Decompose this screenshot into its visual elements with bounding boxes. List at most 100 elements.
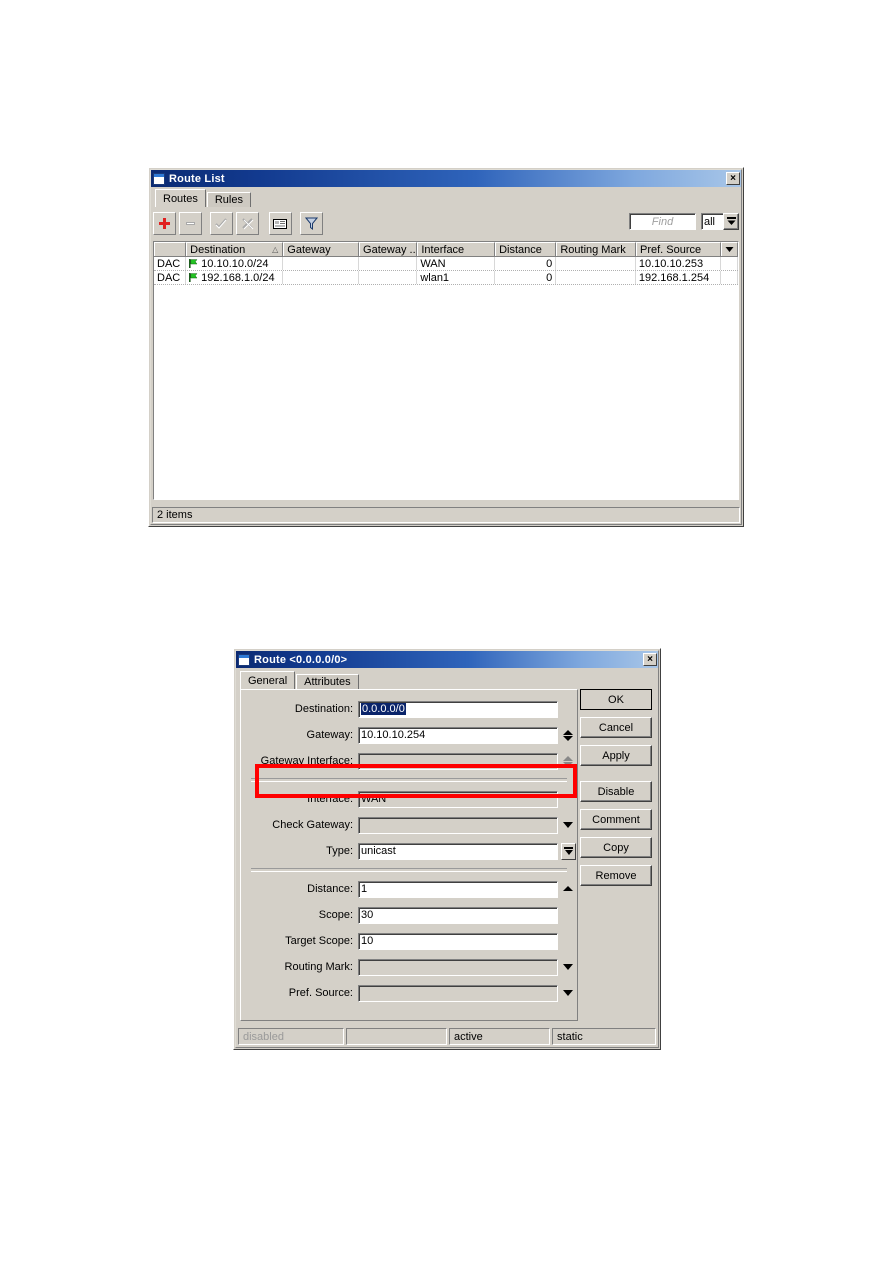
cell-destination: 10.10.10.0/24: [186, 257, 284, 270]
distance-label: Distance:: [307, 883, 353, 895]
status-static: static: [552, 1028, 656, 1045]
column-header-flags[interactable]: [154, 242, 187, 256]
target-scope-label: Target Scope:: [285, 935, 353, 947]
form-divider-1: [251, 778, 567, 782]
column-header-routing-mark[interactable]: Routing Mark: [556, 242, 636, 256]
route-list-statusbar: 2 items: [152, 507, 740, 523]
pref-source-dropdown[interactable]: [561, 985, 574, 1002]
routing-mark-field[interactable]: [358, 958, 558, 976]
tab-attributes[interactable]: Attributes: [296, 674, 359, 689]
green-flag-icon: [189, 259, 198, 268]
route-dialog-statusbar: disabled active static: [238, 1028, 656, 1045]
ok-button[interactable]: OK: [580, 689, 652, 710]
distance-field[interactable]: 1: [358, 880, 558, 898]
route-list-titlebar[interactable]: Route List ×: [151, 170, 741, 187]
cell-gateway: [283, 257, 359, 270]
cancel-button[interactable]: Cancel: [580, 717, 652, 738]
arrow-up-icon: [562, 729, 573, 735]
close-icon[interactable]: ×: [726, 172, 740, 185]
dropdown-arrow-icon: [726, 217, 736, 225]
interface-value: WAN: [361, 793, 387, 805]
tab-general[interactable]: General: [240, 671, 296, 689]
cell-interface: wlan1: [417, 271, 495, 284]
pref-source-row: Pref. Source:: [241, 984, 577, 1002]
type-dropdown-button[interactable]: [561, 842, 576, 860]
gateway-label: Gateway:: [306, 729, 353, 741]
gateway-stepper[interactable]: [561, 727, 574, 744]
copy-button[interactable]: Copy: [580, 837, 652, 858]
column-header-pref-source[interactable]: Pref. Source: [635, 242, 722, 256]
gateway-field[interactable]: 10.10.10.254: [358, 726, 558, 744]
tab-general-label: General: [248, 674, 288, 687]
scope-row: Scope: 30: [241, 906, 577, 924]
apply-button[interactable]: Apply: [580, 745, 652, 766]
arrow-down-icon: [562, 761, 573, 767]
chevron-down-icon: [562, 990, 573, 996]
tab-routes[interactable]: Routes: [155, 189, 206, 207]
cell-destination-value: 192.168.1.0/24: [201, 271, 275, 284]
remove-button[interactable]: Remove: [580, 865, 652, 886]
column-header-gateway-status[interactable]: Gateway ...: [359, 242, 418, 256]
column-header-gateway[interactable]: Gateway: [283, 242, 360, 256]
target-scope-value: 10: [361, 935, 374, 947]
close-icon[interactable]: ×: [643, 653, 657, 666]
column-header-destination-label: Destination: [190, 243, 246, 256]
gateway-interface-label: Gateway Interface:: [260, 755, 353, 767]
funnel-icon: [305, 217, 318, 230]
filter-dropdown-button[interactable]: [723, 213, 739, 230]
chevron-down-icon: [564, 850, 573, 855]
filter-scope-value: all: [704, 215, 716, 228]
cell-interface: WAN: [417, 257, 495, 270]
interface-field[interactable]: WAN: [358, 790, 558, 808]
tab-rules[interactable]: Rules: [206, 192, 251, 207]
column-header-interface[interactable]: Interface: [417, 242, 496, 256]
gateway-interface-field[interactable]: [358, 752, 558, 770]
route-dialog-title: Route <0.0.0.0/0>: [254, 653, 348, 666]
comment-button[interactable]: Comment: [580, 809, 652, 830]
filter-button[interactable]: [300, 212, 323, 235]
scope-value: 30: [361, 909, 374, 921]
gateway-interface-stepper[interactable]: [561, 753, 574, 770]
routing-mark-dropdown[interactable]: [561, 959, 574, 976]
gateway-value: 10.10.10.254: [361, 729, 426, 741]
column-header-distance[interactable]: Distance: [495, 242, 557, 256]
target-scope-row: Target Scope: 10: [241, 932, 577, 950]
table-row[interactable]: DAC 192.168.1.0/24 wlan1 0 192.168.1.254: [154, 271, 738, 285]
disable-button[interactable]: [236, 212, 259, 235]
route-dialog-titlebar[interactable]: Route <0.0.0.0/0> ×: [236, 651, 658, 668]
scope-field[interactable]: 30: [358, 906, 558, 924]
search-input[interactable]: Find: [629, 213, 696, 230]
destination-label: Destination:: [294, 703, 353, 715]
column-header-destination[interactable]: Destination △: [186, 242, 284, 256]
enable-button[interactable]: [210, 212, 233, 235]
destination-row: Destination: 0.0.0.0/0: [241, 700, 577, 718]
type-label: Type:: [326, 845, 353, 857]
type-field[interactable]: unicast: [358, 842, 558, 860]
comment-button[interactable]: [269, 212, 292, 235]
target-scope-field[interactable]: 10: [358, 932, 558, 950]
dropdown-bar-icon: [564, 847, 573, 849]
cell-routing-mark: [556, 257, 636, 270]
column-menu-button[interactable]: [721, 242, 738, 256]
pref-source-field[interactable]: [358, 984, 558, 1002]
destination-field[interactable]: 0.0.0.0/0: [358, 700, 558, 718]
gateway-row: Gateway: 10.10.10.254: [241, 726, 577, 744]
cell-flags: DAC: [154, 257, 187, 270]
check-gateway-field[interactable]: [358, 816, 558, 834]
distance-stepper[interactable]: [561, 881, 574, 898]
check-gateway-dropdown[interactable]: [561, 817, 574, 834]
add-button[interactable]: [153, 212, 176, 235]
tab-routes-label: Routes: [163, 192, 198, 205]
route-list-window: Route List × Routes Rules Find all Desti…: [148, 167, 744, 527]
status-disabled: disabled: [238, 1028, 344, 1045]
remove-button[interactable]: [179, 212, 202, 235]
check-icon: [215, 218, 227, 229]
disable-button[interactable]: Disable: [580, 781, 652, 802]
gateway-interface-row: Gateway Interface:: [241, 752, 577, 770]
route-dialog: Route <0.0.0.0/0> × General Attributes D…: [233, 648, 661, 1050]
destination-value: 0.0.0.0/0: [361, 703, 406, 715]
green-flag-icon: [189, 273, 198, 282]
table-row[interactable]: DAC 10.10.10.0/24 WAN 0 10.10.10.253: [154, 257, 738, 271]
distance-row: Distance: 1: [241, 880, 577, 898]
type-value: unicast: [361, 845, 396, 857]
